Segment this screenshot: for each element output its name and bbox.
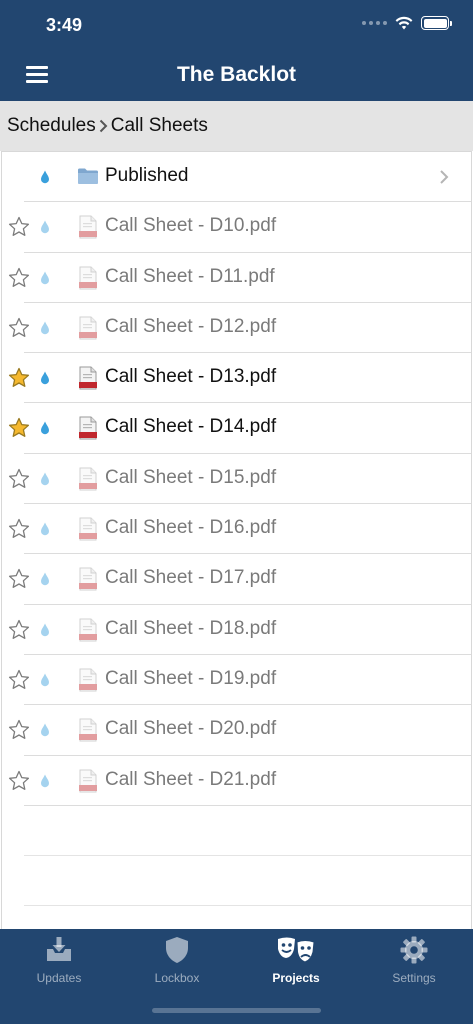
star-icon[interactable]	[8, 267, 30, 289]
drop-icon	[41, 623, 49, 636]
pdf-file-icon	[79, 769, 97, 793]
drop-icon	[41, 421, 49, 435]
tab-label: Updates	[36, 971, 82, 985]
drop-icon	[41, 774, 49, 787]
pdf-file-icon	[79, 316, 97, 340]
file-name: Call Sheet - D10.pdf	[105, 215, 277, 237]
file-row[interactable]: Call Sheet - D10.pdf	[2, 202, 471, 253]
updates-icon	[47, 937, 71, 961]
home-indicator	[152, 1008, 321, 1013]
nav-bar: The Backlot	[0, 50, 473, 101]
pdf-file-icon	[79, 416, 97, 440]
pdf-file-icon	[79, 567, 97, 591]
file-list: Published Call Sheet - D10.pdf Call Sheet…	[1, 151, 472, 929]
status-time: 3:49	[46, 15, 83, 35]
file-name: Call Sheet - D15.pdf	[105, 466, 277, 488]
file-name: Call Sheet - D16.pdf	[105, 517, 277, 539]
folder-icon	[78, 168, 98, 184]
wifi-icon	[395, 16, 413, 30]
pdf-file-icon	[79, 718, 97, 742]
tab-label: Settings	[392, 971, 436, 985]
folder-row-published[interactable]: Published	[2, 152, 471, 203]
file-row[interactable]: Call Sheet - D16.pdf	[2, 504, 471, 555]
drop-icon	[41, 271, 49, 284]
file-name: Call Sheet - D19.pdf	[105, 667, 277, 689]
breadcrumb: Schedules Call Sheets	[0, 101, 473, 151]
drop-icon	[41, 321, 49, 335]
empty-row	[2, 856, 471, 907]
breadcrumb-chevron-icon	[99, 119, 108, 133]
star-icon[interactable]	[8, 417, 30, 439]
file-row[interactable]: Call Sheet - D20.pdf	[2, 705, 471, 756]
file-name: Call Sheet - D18.pdf	[105, 617, 277, 639]
drop-icon	[41, 371, 49, 385]
breadcrumb-parent[interactable]: Schedules	[7, 115, 96, 137]
file-row[interactable]: Call Sheet - D15.pdf	[2, 454, 471, 505]
shield-icon	[166, 937, 188, 963]
file-name: Call Sheet - D14.pdf	[105, 416, 277, 438]
star-icon[interactable]	[8, 719, 30, 741]
status-icons	[362, 16, 452, 30]
file-row[interactable]: Call Sheet - D11.pdf	[2, 253, 471, 304]
tab-settings[interactable]: Settings	[355, 935, 473, 995]
chevron-right-icon	[440, 170, 449, 184]
drop-icon	[41, 572, 49, 586]
pdf-file-icon	[79, 467, 97, 491]
file-row[interactable]: Call Sheet - D13.pdf	[2, 353, 471, 404]
file-name: Call Sheet - D13.pdf	[105, 366, 277, 388]
file-row[interactable]: Call Sheet - D21.pdf	[2, 756, 471, 807]
folder-label: Published	[105, 165, 189, 186]
tab-label: Lockbox	[154, 971, 200, 985]
theater-masks-icon	[278, 937, 315, 963]
empty-row	[2, 806, 471, 857]
pdf-file-icon	[79, 266, 97, 290]
star-icon[interactable]	[8, 619, 30, 641]
app-header: 3:49 The Backlot	[0, 0, 473, 101]
file-row[interactable]: Call Sheet - D19.pdf	[2, 655, 471, 706]
pdf-file-icon	[79, 366, 97, 390]
drop-icon	[41, 723, 49, 737]
file-name: Call Sheet - D17.pdf	[105, 567, 277, 589]
file-row[interactable]: Call Sheet - D14.pdf	[2, 403, 471, 455]
star-icon[interactable]	[8, 317, 30, 339]
file-name: Call Sheet - D11.pdf	[105, 265, 275, 287]
drop-icon	[41, 472, 49, 485]
file-name: Call Sheet - D21.pdf	[105, 768, 277, 790]
tab-projects[interactable]: Projects	[237, 935, 355, 995]
status-bar: 3:49	[0, 0, 473, 50]
star-icon[interactable]	[8, 367, 30, 389]
star-icon[interactable]	[8, 468, 30, 490]
file-name: Call Sheet - D20.pdf	[105, 718, 277, 740]
tab-updates[interactable]: Updates	[0, 935, 118, 995]
tab-label: Projects	[272, 971, 320, 985]
pdf-file-icon	[79, 517, 97, 541]
battery-icon	[421, 16, 452, 30]
page-title: The Backlot	[176, 63, 297, 86]
star-icon[interactable]	[8, 669, 30, 691]
cellular-signal-icon	[362, 21, 387, 25]
file-row[interactable]: Call Sheet - D12.pdf	[2, 303, 471, 354]
star-icon[interactable]	[8, 216, 30, 238]
drop-icon	[41, 673, 49, 687]
star-icon[interactable]	[8, 770, 30, 792]
drop-icon	[41, 220, 49, 234]
file-row[interactable]: Call Sheet - D17.pdf	[2, 554, 471, 605]
pdf-file-icon	[79, 618, 97, 642]
drop-icon	[41, 522, 49, 536]
star-icon[interactable]	[8, 568, 30, 590]
pdf-file-icon	[79, 668, 97, 692]
star-icon[interactable]	[8, 518, 30, 540]
file-row[interactable]: Call Sheet - D18.pdf	[2, 605, 471, 656]
breadcrumb-current: Call Sheets	[110, 115, 208, 136]
pdf-file-icon	[79, 215, 97, 239]
gear-icon	[400, 936, 428, 964]
tab-lockbox[interactable]: Lockbox	[118, 935, 236, 995]
file-name: Call Sheet - D12.pdf	[105, 315, 277, 337]
drop-icon	[41, 170, 49, 184]
